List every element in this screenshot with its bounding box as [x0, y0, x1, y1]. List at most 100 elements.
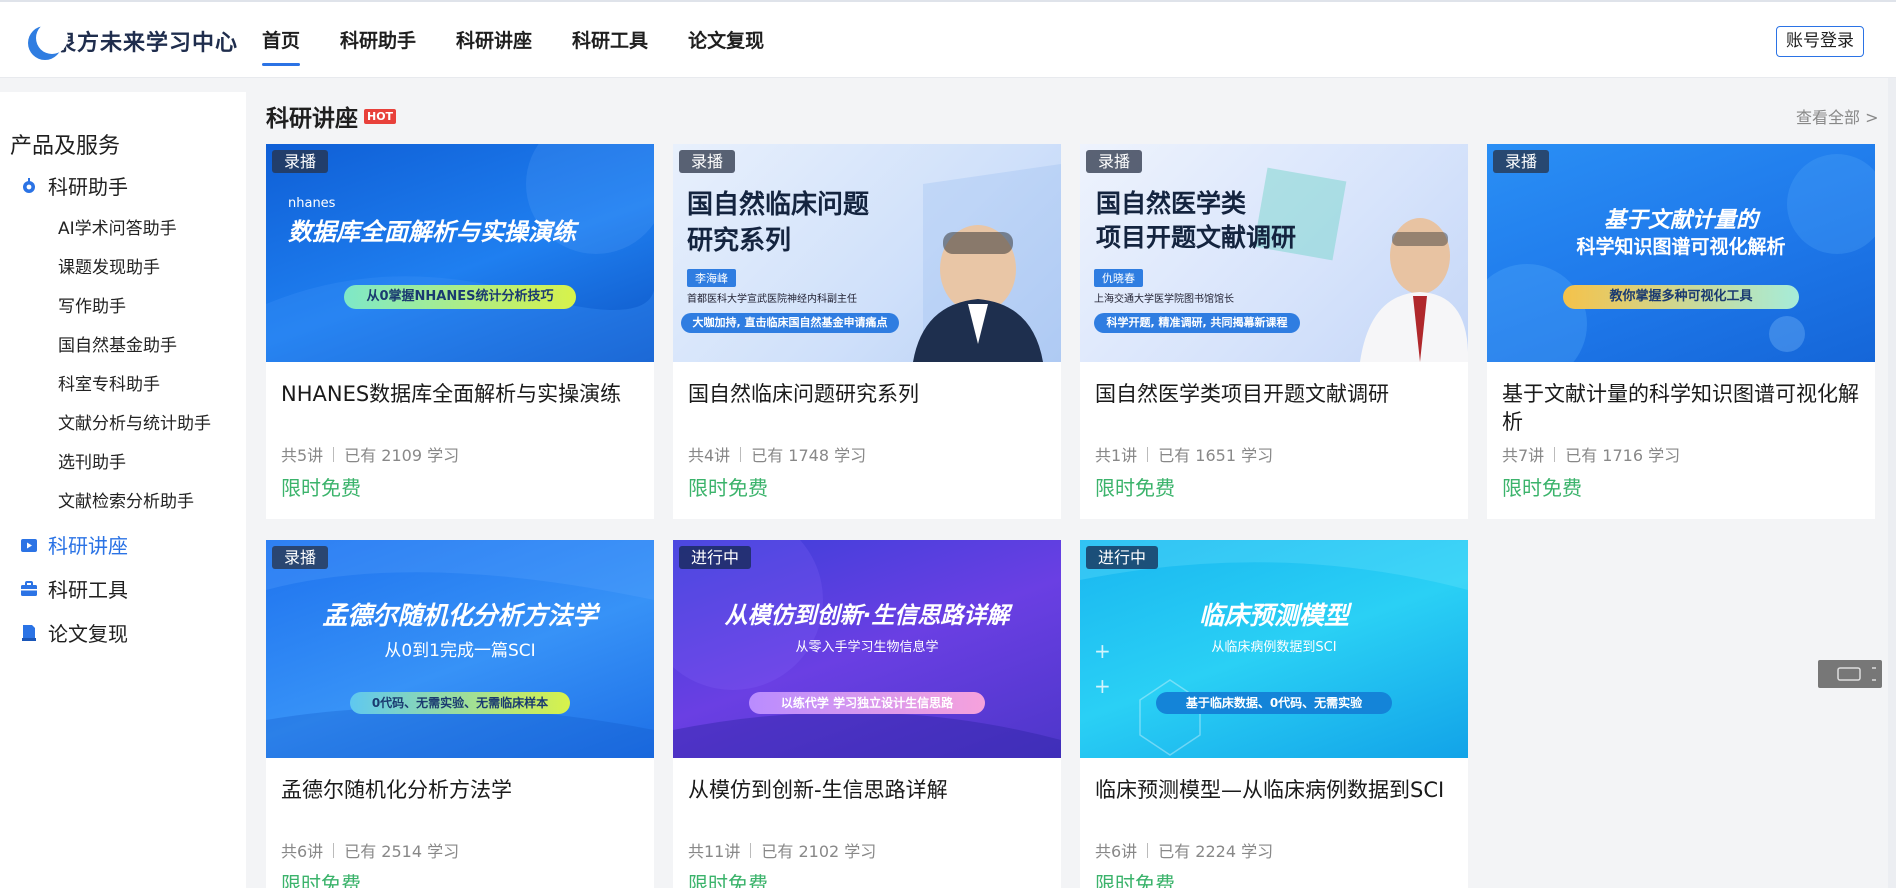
status-badge: 进行中 [1086, 546, 1159, 569]
lecture-count: 共1讲 [1095, 446, 1138, 465]
sidebar-group-label: 科研助手 [48, 175, 128, 199]
sidebar-title: 产品及服务 [10, 134, 121, 159]
course-thumbnail: + + 临床预测模型 从临床病例数据到SCI 基于临床数据、0代码、无需实验 进… [1080, 540, 1468, 758]
price-label: 限时免费 [281, 476, 361, 500]
course-title: 基于文献计量的科学知识图谱可视化解析 [1502, 382, 1859, 434]
course-title: NHANES数据库全面解析与实操演练 [281, 382, 622, 406]
thumb-title: 项目开题文献调研 [1096, 223, 1297, 252]
course-meta: 共7讲 已有 1716 学习 [1502, 442, 1680, 466]
gear-icon [23, 177, 35, 193]
course-thumbnail: 基于文献计量的 科学知识图谱可视化解析 教你掌握多种可视化工具 录播 [1487, 144, 1875, 362]
sidebar-group-research-assistant[interactable]: 科研助手 [20, 171, 128, 200]
nav-home[interactable]: 首页 [262, 2, 301, 80]
sidebar-item-topic-discovery[interactable]: 课题发现助手 [58, 253, 160, 278]
thumb-pill: 从0掌握NHANES统计分析技巧 [344, 285, 576, 309]
nav-paper-reproduction[interactable]: 论文复现 [688, 2, 764, 80]
logo-mark-icon [28, 22, 68, 60]
sidebar-item-literature-search[interactable]: 文献检索分析助手 [58, 487, 194, 512]
course-thumbnail: 国自然医学类 项目开题文献调研 仇晓春 上海交通大学医学院图书馆馆长 科学开题,… [1080, 144, 1468, 362]
course-title: 国自然医学类项目开题文献调研 [1095, 382, 1389, 406]
thumb-title: 从模仿到创新·生信思路详解 [724, 603, 1010, 629]
thumb-speaker-desc: 上海交通大学医学院图书馆馆长 [1094, 294, 1234, 305]
course-card[interactable]: nhanes 数据库全面解析与实操演练 从0掌握NHANES统计分析技巧 录播 … [266, 144, 654, 519]
sidebar-item-department[interactable]: 科室专科助手 [58, 370, 160, 395]
sidebar-item-ai-qa[interactable]: AI学术问答助手 [58, 214, 177, 239]
course-meta: 共6讲 已有 2514 学习 [281, 838, 459, 862]
document-icon [22, 624, 36, 641]
thumb-pill: 0代码、无需实验、无需临床样本 [350, 692, 570, 714]
learner-count: 已有 1716 学习 [1565, 446, 1681, 465]
thumb-speaker-name: 李海峰 [687, 269, 736, 287]
sidebar-item-nsfc-fund[interactable]: 国自然基金助手 [58, 331, 177, 356]
toolbox-icon [21, 580, 37, 596]
course-thumbnail: nhanes 数据库全面解析与实操演练 从0掌握NHANES统计分析技巧 录播 [266, 144, 654, 362]
thumb-speaker-name: 仇晓春 [1094, 269, 1143, 287]
status-badge: 录播 [1086, 150, 1143, 173]
section-title: 科研讲座 HOT [266, 99, 397, 133]
course-card[interactable]: 国自然医学类 项目开题文献调研 仇晓春 上海交通大学医学院图书馆馆长 科学开题,… [1080, 144, 1468, 519]
svg-text:+: + [1094, 674, 1111, 698]
thumb-title: 数据库全面解析与实操演练 [288, 218, 576, 246]
course-thumbnail: 从模仿到创新·生信思路详解 从零入手学习生物信息学 以练代学 学习独立设计生信思… [673, 540, 1061, 758]
lecture-count: 共6讲 [1095, 842, 1138, 861]
course-thumbnail: 孟德尔随机化分析方法学 从0到1完成一篇SCI 0代码、无需实验、无需临床样本 … [266, 540, 654, 758]
thumb-title: 研究系列 [687, 226, 792, 256]
lecture-count: 共7讲 [1502, 446, 1545, 465]
sidebar-group-paper-reproduction[interactable]: 论文复现 [20, 618, 128, 647]
thumb-pill: 基于临床数据、0代码、无需实验 [1156, 692, 1392, 714]
price-label: 限时免费 [1502, 476, 1582, 500]
view-all-link[interactable]: 查看全部 > [1796, 104, 1879, 128]
sidebar-group-label: 科研讲座 [48, 534, 128, 558]
sidebar-group-research-tools[interactable]: 科研工具 [20, 574, 128, 603]
sidebar-item-writing[interactable]: 写作助手 [58, 292, 126, 317]
status-badge: 录播 [1493, 150, 1550, 173]
course-card[interactable]: 从模仿到创新·生信思路详解 从零入手学习生物信息学 以练代学 学习独立设计生信思… [673, 540, 1061, 888]
thumb-title: 国自然医学类 [1096, 189, 1247, 218]
course-meta: 共11讲 已有 2102 学习 [688, 838, 876, 862]
thumb-pill: 大咖加持, 直击临床国自然基金申请痛点 [681, 313, 899, 333]
scrollbar[interactable] [1888, 78, 1896, 888]
login-button[interactable]: 账号登录 [1776, 26, 1864, 57]
thumb-pill: 教你掌握多种可视化工具 [1563, 285, 1799, 309]
video-icon [21, 538, 37, 552]
course-card[interactable]: 国自然临床问题 研究系列 李海峰 首都医科大学宣武医院神经内科副主任 大咖加持,… [673, 144, 1061, 519]
main-nav: 首页 科研助手 科研讲座 科研工具 论文复现 [262, 2, 804, 80]
course-card[interactable]: 基于文献计量的 科学知识图谱可视化解析 教你掌握多种可视化工具 录播 基于文献计… [1487, 144, 1875, 519]
course-card[interactable]: + + 临床预测模型 从临床病例数据到SCI 基于临床数据、0代码、无需实验 进… [1080, 540, 1468, 888]
thumb-pill: 以练代学 学习独立设计生信思路 [749, 692, 985, 714]
sidebar-item-journal-selection[interactable]: 选刊助手 [58, 448, 126, 473]
thumb-subtitle: 从0到1完成一篇SCI [384, 641, 536, 661]
sidebar-group-label: 科研工具 [48, 578, 128, 602]
lecture-count: 共5讲 [281, 446, 324, 465]
top-bar: 泉方未来学习中心 首页 科研助手 科研讲座 科研工具 论文复现 账号登录 [0, 0, 1896, 78]
thumb-title: 国自然临床问题 [687, 190, 870, 220]
status-badge: 录播 [679, 150, 736, 173]
nav-research-assistant[interactable]: 科研助手 [340, 2, 416, 80]
thumb-pill: 科学开题, 精准调研, 共同揭幕新课程 [1094, 313, 1300, 333]
sidebar-group-research-lectures[interactable]: 科研讲座 [20, 530, 128, 559]
learner-count: 已有 2102 学习 [761, 842, 877, 861]
nav-research-lectures[interactable]: 科研讲座 [456, 2, 532, 80]
keyboard-icon[interactable] [1818, 660, 1882, 688]
course-title: 从模仿到创新-生信思路详解 [688, 778, 948, 802]
logo-text: 泉方未来学习中心 [54, 31, 239, 56]
thumb-subtitle: 从临床病例数据到SCI [1211, 640, 1337, 655]
thumb-title: 基于文献计量的 [1603, 208, 1758, 233]
course-meta: 共6讲 已有 2224 学习 [1095, 838, 1273, 862]
lecture-count: 共6讲 [281, 842, 324, 861]
lecture-count: 共11讲 [688, 842, 741, 861]
price-label: 限时免费 [281, 872, 361, 888]
price-label: 限时免费 [1095, 872, 1175, 888]
thumb-speaker-desc: 首都医科大学宣武医院神经内科副主任 [687, 294, 857, 305]
logo[interactable]: 泉方未来学习中心 [28, 20, 238, 62]
status-badge: 录播 [272, 546, 329, 569]
learner-count: 已有 2109 学习 [344, 446, 460, 465]
status-badge: 录播 [272, 150, 329, 173]
learner-count: 已有 1748 学习 [751, 446, 867, 465]
course-title: 临床预测模型—从临床病例数据到SCI [1095, 778, 1445, 802]
course-card[interactable]: 孟德尔随机化分析方法学 从0到1完成一篇SCI 0代码、无需实验、无需临床样本 … [266, 540, 654, 888]
thumb-title: 科学知识图谱可视化解析 [1576, 236, 1786, 258]
sidebar-item-literature-stats[interactable]: 文献分析与统计助手 [58, 409, 211, 434]
nav-research-tools[interactable]: 科研工具 [572, 2, 648, 80]
course-title: 孟德尔随机化分析方法学 [281, 778, 512, 802]
